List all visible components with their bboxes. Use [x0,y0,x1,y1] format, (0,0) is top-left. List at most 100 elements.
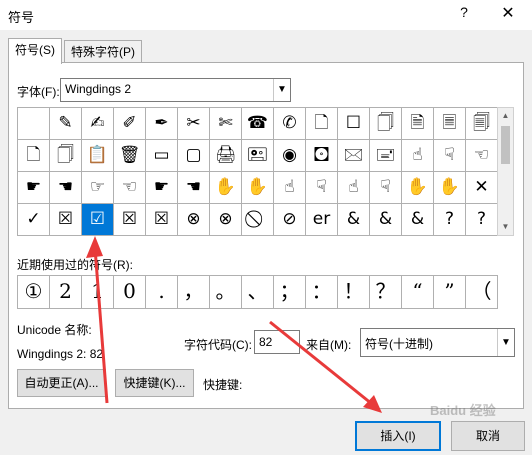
recent-symbol-cell[interactable]: ！ [338,276,370,309]
recent-symbol-cell[interactable]: . [146,276,178,309]
symbol-cell[interactable]: ✓ [18,204,50,236]
symbol-cell[interactable]: ▢ [178,140,210,172]
symbol-grid-scrollbar[interactable]: ▲ ▼ [497,107,514,236]
recent-symbol-cell[interactable]: 1 [82,276,114,309]
symbol-cell[interactable]: ✂ [178,108,210,140]
from-select-value: 符号(十进制) [365,337,433,351]
shortcut-key-button[interactable]: 快捷键(K)... [115,369,194,397]
insert-button[interactable]: 插入(I) [355,421,441,451]
symbol-cell[interactable]: ☚ [178,172,210,204]
recent-symbol-cell[interactable]: ？ [370,276,402,309]
symbol-cell[interactable]: ☑ [82,204,114,236]
symbol-cell[interactable]: ☜ [114,172,146,204]
chevron-down-icon[interactable]: ▼ [497,329,514,356]
from-select[interactable]: 符号(十进制) ▼ [360,328,515,357]
symbol-cell[interactable]: ✍ [82,108,114,140]
symbol-cell[interactable]: 🖸 [306,140,338,172]
title-bar: 符号 ? ✕ [0,0,532,30]
symbol-cell[interactable]: ☟ [306,172,338,204]
symbol-cell[interactable]: ✆ [274,108,306,140]
symbol-cell[interactable]: ☒ [50,204,82,236]
symbol-cell[interactable]: ⊗ [210,204,242,236]
symbol-cell[interactable]: 🗍 [50,140,82,172]
char-code-input[interactable]: 82 [254,330,300,354]
symbol-cell[interactable]: ⃠ [242,204,274,236]
symbol-cell[interactable]: 🗏 [434,108,466,140]
symbol-cell[interactable]: ☟ [434,140,466,172]
symbol-cell[interactable]: ✋ [434,172,466,204]
recent-symbol-cell[interactable]: 0 [114,276,146,309]
symbol-cell[interactable]: 🗋 [306,108,338,140]
symbol-cell[interactable] [18,108,50,140]
symbol-cell[interactable]: 🗐 [466,108,498,140]
symbol-cell[interactable]: ☝ [402,140,434,172]
watermark: Baidu 经验 [430,403,496,418]
recent-symbols-label: 近期使用过的符号(R): [17,258,133,272]
symbol-cell[interactable]: 🖨 [210,140,242,172]
symbol-cell[interactable]: ✋ [242,172,274,204]
symbol-cell[interactable]: & [402,204,434,236]
symbol-cell[interactable]: ☞ [82,172,114,204]
symbol-cell[interactable]: ✎ [50,108,82,140]
help-button[interactable]: ? [456,4,472,24]
symbol-cell[interactable]: ☝ [338,172,370,204]
symbol-cell[interactable]: 🗎 [402,108,434,140]
recent-symbol-cell[interactable]: ， [178,276,210,309]
symbol-cell[interactable]: & [370,204,402,236]
symbol-cell[interactable]: ✐ [114,108,146,140]
symbol-cell[interactable]: ✋ [402,172,434,204]
symbol-cell[interactable]: 📋 [82,140,114,172]
symbol-cell[interactable]: ☚ [50,172,82,204]
symbol-cell[interactable]: ? [434,204,466,236]
symbol-cell[interactable]: 🖭 [242,140,274,172]
scroll-up-icon[interactable]: ▲ [498,108,513,124]
scroll-down-icon[interactable]: ▼ [498,219,513,235]
symbol-cell[interactable]: & [338,204,370,236]
tab-symbols[interactable]: 符号(S) [8,38,62,64]
close-button[interactable]: ✕ [496,2,520,26]
symbol-cell[interactable]: ☒ [114,204,146,236]
symbol-cell[interactable]: ✕ [466,172,498,204]
symbol-cell[interactable]: 🗋 [18,140,50,172]
symbol-grid: ✎ ✍ ✐ ✒ ✂ ✄ ☎ ✆ 🗋 ☐ 🗍 🗎 🗏 🗐 🗋 🗍 📋 🗑 ▭ ▢ 🖨 🖭 ◉ 🖸 🖂 🖃 ☝ ☟ ☜ ☛ ☚ ☞ ☜ ☛ ☚ ✋ ✋ ☝ ☟ ☝… [17,107,498,236]
symbol-cell[interactable]: ⊗ [178,204,210,236]
symbol-cell[interactable]: ? [466,204,498,236]
symbol-cell[interactable]: ✒ [146,108,178,140]
recent-symbol-cell[interactable]: 。 [210,276,242,309]
symbol-cell[interactable]: ◉ [274,140,306,172]
recent-symbol-cell[interactable]: ； [274,276,306,309]
from-label: 来自(M): [306,338,352,352]
symbol-cell[interactable]: er [306,204,338,236]
symbol-cell[interactable]: 🖃 [370,140,402,172]
symbol-cell[interactable]: ☛ [18,172,50,204]
recent-symbol-cell[interactable]: （ [466,276,498,309]
symbol-cell[interactable]: ✋ [210,172,242,204]
recent-symbol-cell[interactable]: ： [306,276,338,309]
recent-symbol-cell[interactable]: “ [402,276,434,309]
recent-symbol-cell[interactable]: 、 [242,276,274,309]
symbol-cell[interactable]: ☒ [146,204,178,236]
symbol-cell[interactable]: 🗑 [114,140,146,172]
symbol-cell[interactable]: 🖂 [338,140,370,172]
symbol-cell[interactable]: ☜ [466,140,498,172]
recent-symbol-cell[interactable]: 2 [50,276,82,309]
tab-special-characters[interactable]: 特殊字符(P) [64,40,142,64]
symbol-cell[interactable]: 🗍 [370,108,402,140]
symbol-cell[interactable]: ☐ [338,108,370,140]
recent-symbol-cell[interactable]: ” [434,276,466,309]
window-title: 符号 [8,10,35,25]
symbol-cell[interactable]: ☝ [274,172,306,204]
symbol-cell[interactable]: ☛ [146,172,178,204]
chevron-down-icon[interactable]: ▼ [273,79,290,101]
scroll-thumb[interactable] [501,126,510,164]
symbol-cell[interactable]: ☎ [242,108,274,140]
cancel-button[interactable]: 取消 [451,421,525,451]
recent-symbol-cell[interactable]: ① [18,276,50,309]
font-select[interactable]: Wingdings 2 ▼ [60,78,291,102]
symbol-dialog: 符号 ? ✕ 符号(S) 特殊字符(P) 字体(F): Wingdings 2 … [0,0,532,455]
symbol-cell[interactable]: ▭ [146,140,178,172]
symbol-cell[interactable]: ✄ [210,108,242,140]
symbol-cell[interactable]: ☟ [370,172,402,204]
autocorrect-button[interactable]: 自动更正(A)... [17,369,106,397]
symbol-cell[interactable]: ⊘ [274,204,306,236]
